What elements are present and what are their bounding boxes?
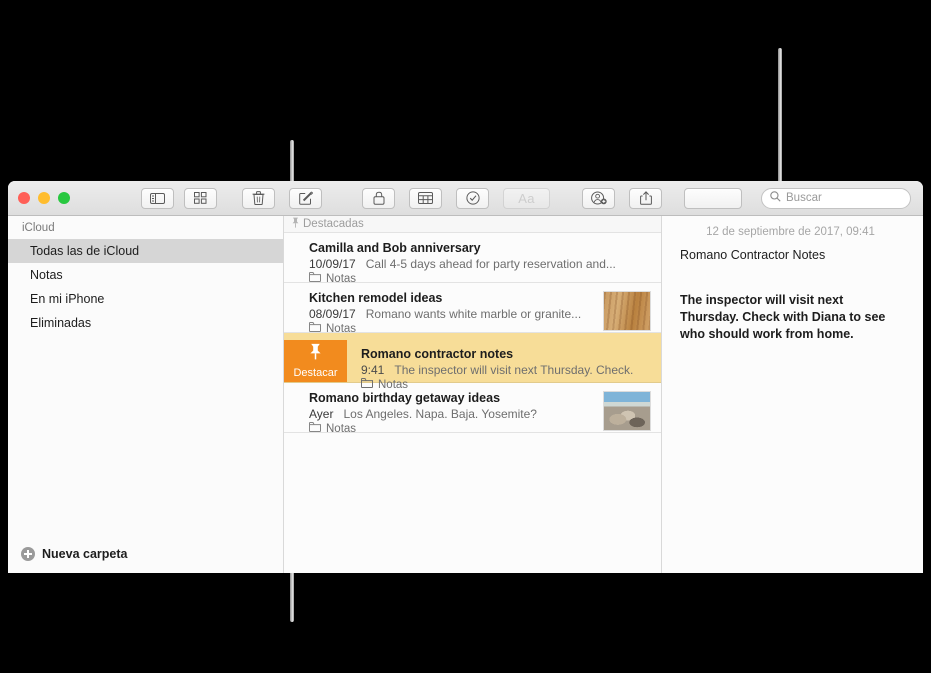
- plus-circle-icon: [21, 547, 35, 561]
- pin-note-action-button[interactable]: Destacar: [284, 340, 347, 382]
- note-subtitle: Ayer Los Angeles. Napa. Baja. Yosemite?: [309, 406, 597, 422]
- lock-note-button[interactable]: [362, 187, 395, 209]
- note-thumbnail: [603, 291, 651, 331]
- note-date: 9:41: [361, 363, 385, 377]
- toolbar-group-insert: Aa: [362, 187, 550, 209]
- note-list-item-camilla-and-bob-anniversary[interactable]: Camilla and Bob anniversary 10/09/17 Cal…: [284, 233, 661, 285]
- checklist-button[interactable]: [456, 187, 489, 209]
- aa-icon: Aa: [518, 190, 535, 206]
- note-body: Camilla and Bob anniversary 10/09/17 Cal…: [309, 240, 651, 287]
- format-button[interactable]: Aa: [503, 187, 550, 209]
- note-subtitle: 08/09/17 Romano wants white marble or gr…: [309, 306, 597, 322]
- minimize-button[interactable]: [38, 192, 50, 204]
- add-person-icon: [590, 191, 607, 205]
- sidebar-icon: [150, 192, 165, 204]
- share-button[interactable]: [629, 187, 662, 209]
- add-table-button[interactable]: [409, 187, 442, 209]
- note-folder-label: Notas: [326, 423, 357, 435]
- notes-list: Destacadas Camilla and Bob anniversary 1…: [284, 216, 662, 573]
- note-date: Ayer: [309, 407, 334, 421]
- note-list-item-romano-contractor-notes[interactable]: Destacar Romano contractor notes 9:41 Th…: [284, 333, 661, 391]
- note-title: Camilla and Bob anniversary: [309, 241, 481, 255]
- close-button[interactable]: [18, 192, 30, 204]
- toolbar-group-view: [141, 187, 217, 209]
- toolbar-group-share: [582, 187, 662, 209]
- note-title: Romano contractor notes: [361, 347, 514, 361]
- note-detail-pane[interactable]: 12 de septiembre de 2017, 09:41 Romano C…: [662, 216, 923, 573]
- note-preview: Romano wants white marble or granite...: [365, 307, 582, 321]
- toolbar-group-blank: [684, 187, 742, 209]
- note-title: Romano birthday getaway ideas: [309, 391, 501, 405]
- blank-toolbar-button[interactable]: [684, 187, 742, 209]
- note-detail-date: 12 de septiembre de 2017, 09:41: [706, 226, 875, 238]
- grid-icon: [194, 192, 207, 204]
- sidebar-toggle-button[interactable]: [141, 187, 174, 209]
- note-subtitle: 9:41 The inspector will visit next Thurs…: [361, 362, 651, 378]
- note-thumbnail: [603, 391, 651, 431]
- new-note-button[interactable]: [289, 187, 322, 209]
- new-folder-label: Nueva carpeta: [42, 547, 128, 561]
- sidebar-item-notas[interactable]: Notas: [8, 263, 283, 287]
- sidebar-item-all-icloud[interactable]: Todas las de iCloud: [8, 239, 283, 263]
- window-toolbar: Aa Buscar: [8, 181, 923, 216]
- note-body: Kitchen remodel ideas 08/09/17 Romano wa…: [309, 290, 603, 337]
- zoom-button[interactable]: [58, 192, 70, 204]
- share-icon: [639, 191, 652, 205]
- notes-list-section-label: Destacadas: [303, 218, 364, 230]
- folder-icon: [309, 422, 321, 437]
- sidebar: iCloud Todas las de iCloud Notas En mi i…: [8, 216, 284, 573]
- note-list-item-romano-birthday-getaway-ideas[interactable]: Romano birthday getaway ideas Ayer Los A…: [284, 383, 661, 435]
- note-subtitle: 10/09/17 Call 4-5 days ahead for party r…: [309, 256, 645, 272]
- compose-icon: [298, 191, 313, 205]
- note-folder: Notas: [309, 422, 597, 437]
- add-people-button[interactable]: [582, 187, 615, 209]
- notes-list-section-header: Destacadas: [284, 216, 661, 233]
- lock-icon: [373, 191, 385, 205]
- note-body: Romano birthday getaway ideas Ayer Los A…: [309, 390, 603, 437]
- pin-action-label: Destacar: [293, 367, 338, 379]
- search-input[interactable]: Buscar: [761, 187, 911, 209]
- note-date: 08/09/17: [309, 307, 356, 321]
- sidebar-item-label: Notas: [30, 268, 63, 282]
- sidebar-item-label: Todas las de iCloud: [30, 244, 140, 258]
- sidebar-item-label: Eliminadas: [30, 316, 92, 330]
- table-icon: [418, 192, 433, 204]
- sidebar-item-label: En mi iPhone: [30, 292, 105, 306]
- pin-icon: [309, 343, 322, 365]
- notes-app-window: Aa Buscar iCloud Todas las de iCloud Not…: [8, 181, 923, 573]
- note-detail-title: Romano Contractor Notes: [680, 248, 826, 262]
- traffic-lights: [8, 192, 70, 204]
- note-title: Kitchen remodel ideas: [309, 291, 443, 305]
- new-folder-button[interactable]: Nueva carpeta: [8, 547, 283, 573]
- search-icon: [770, 189, 781, 207]
- trash-icon: [252, 191, 265, 205]
- window-body: iCloud Todas las de iCloud Notas En mi i…: [8, 216, 923, 573]
- checkmark-circle-icon: [465, 191, 480, 205]
- note-preview: Call 4-5 days ahead for party reservatio…: [365, 257, 616, 271]
- delete-note-button[interactable]: [242, 187, 275, 209]
- toolbar-group-edit: [242, 187, 322, 209]
- sidebar-item-eliminadas[interactable]: Eliminadas: [8, 311, 283, 335]
- note-list-item-kitchen-remodel-ideas[interactable]: Kitchen remodel ideas 08/09/17 Romano wa…: [284, 283, 661, 335]
- note-detail-body: The inspector will visit next Thursday. …: [680, 293, 886, 341]
- gallery-view-button[interactable]: [184, 187, 217, 209]
- pin-icon: [292, 217, 299, 231]
- search-placeholder: Buscar: [786, 192, 822, 204]
- sidebar-header-icloud: iCloud: [22, 222, 55, 234]
- note-preview: Los Angeles. Napa. Baja. Yosemite?: [343, 407, 537, 421]
- note-date: 10/09/17: [309, 257, 356, 271]
- sidebar-item-en-mi-iphone[interactable]: En mi iPhone: [8, 287, 283, 311]
- note-preview: The inspector will visit next Thursday. …: [394, 363, 634, 377]
- screenshot-stage: Aa Buscar iCloud Todas las de iCloud Not…: [0, 0, 931, 673]
